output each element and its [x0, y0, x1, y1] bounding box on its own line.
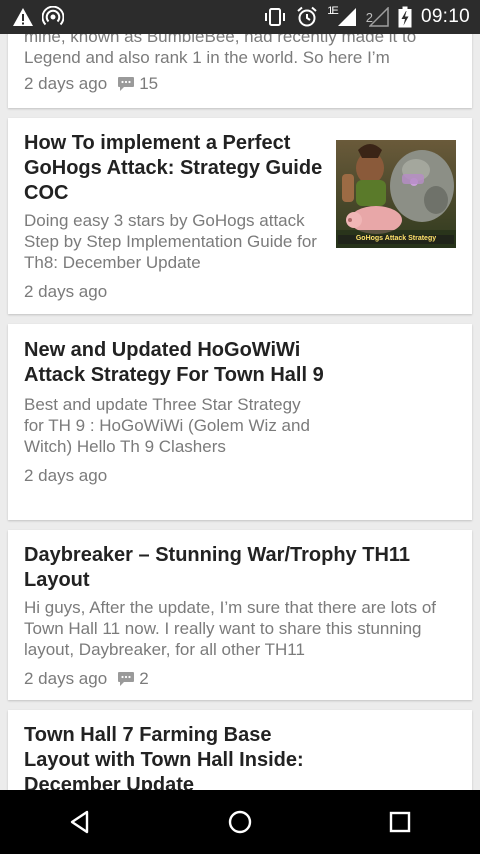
hog-rider-golem-image: [336, 140, 456, 248]
post-card[interactable]: Town Hall 7 Farming Base Layout with Tow…: [8, 710, 472, 790]
hotspot-icon: [42, 6, 64, 26]
comment-icon: [118, 77, 135, 91]
post-thumbnail[interactable]: GoHogs Attack Strategy: [336, 140, 456, 248]
post-title[interactable]: How To implement a Perfect GoHogs Attack…: [24, 131, 324, 206]
post-title[interactable]: Town Hall 7 Farming Base Layout with Tow…: [24, 723, 324, 790]
post-excerpt: mine, known as BumbleBee, had recently m…: [24, 34, 417, 67]
vibrate-icon: [265, 8, 286, 26]
status-bar: 1 E 2 09:10: [0, 0, 480, 34]
home-button[interactable]: [210, 797, 270, 847]
post-card[interactable]: New and Updated HoGoWiWi Attack Strategy…: [8, 324, 472, 520]
comment-count: 15: [139, 74, 159, 93]
clock-time: 09:10: [420, 6, 470, 27]
post-date: 2 days ago: [24, 669, 108, 688]
comment-icon: [118, 672, 135, 686]
post-meta: 2 days ago 15: [24, 74, 456, 94]
post-date: 2 days ago: [24, 466, 108, 485]
post-date: 2 days ago: [24, 74, 108, 93]
signal-icon: [337, 8, 356, 26]
network-type-label: E: [331, 5, 339, 17]
post-excerpt: Best and update Three Star Strategy for …: [24, 395, 310, 456]
home-icon: [228, 810, 252, 834]
warning-icon: [13, 8, 33, 26]
post-feed[interactable]: mine, known as BumbleBee, had recently m…: [0, 34, 480, 790]
post-card[interactable]: mine, known as BumbleBee, had recently m…: [8, 34, 472, 108]
thumbnail-caption: GoHogs Attack Strategy: [355, 235, 437, 242]
comment-count: 2: [139, 669, 149, 688]
navigation-bar: [0, 790, 480, 854]
post-title[interactable]: New and Updated HoGoWiWi Attack Strategy…: [24, 338, 324, 388]
post-card[interactable]: Daybreaker – Stunning War/Trophy TH11 La…: [8, 530, 472, 700]
alarm-icon: [297, 6, 317, 27]
recents-icon: [389, 811, 411, 833]
post-meta: 2 days ago: [24, 466, 456, 486]
post-meta: 2 days ago: [24, 282, 456, 302]
post-meta: 2 days ago 2: [24, 669, 456, 689]
recents-button[interactable]: [370, 797, 430, 847]
post-title[interactable]: Daybreaker – Stunning War/Trophy TH11 La…: [24, 543, 444, 593]
signal2-icon: [368, 7, 389, 27]
post-date: 2 days ago: [24, 282, 108, 301]
post-excerpt: Hi guys, After the update, I’m sure that…: [24, 598, 436, 659]
post-card[interactable]: How To implement a Perfect GoHogs Attack…: [8, 118, 472, 314]
back-icon: [70, 810, 89, 834]
post-excerpt: Doing easy 3 stars by GoHogs attack Step…: [24, 211, 317, 272]
battery-charging-icon: [398, 6, 412, 28]
back-button[interactable]: [50, 797, 110, 847]
